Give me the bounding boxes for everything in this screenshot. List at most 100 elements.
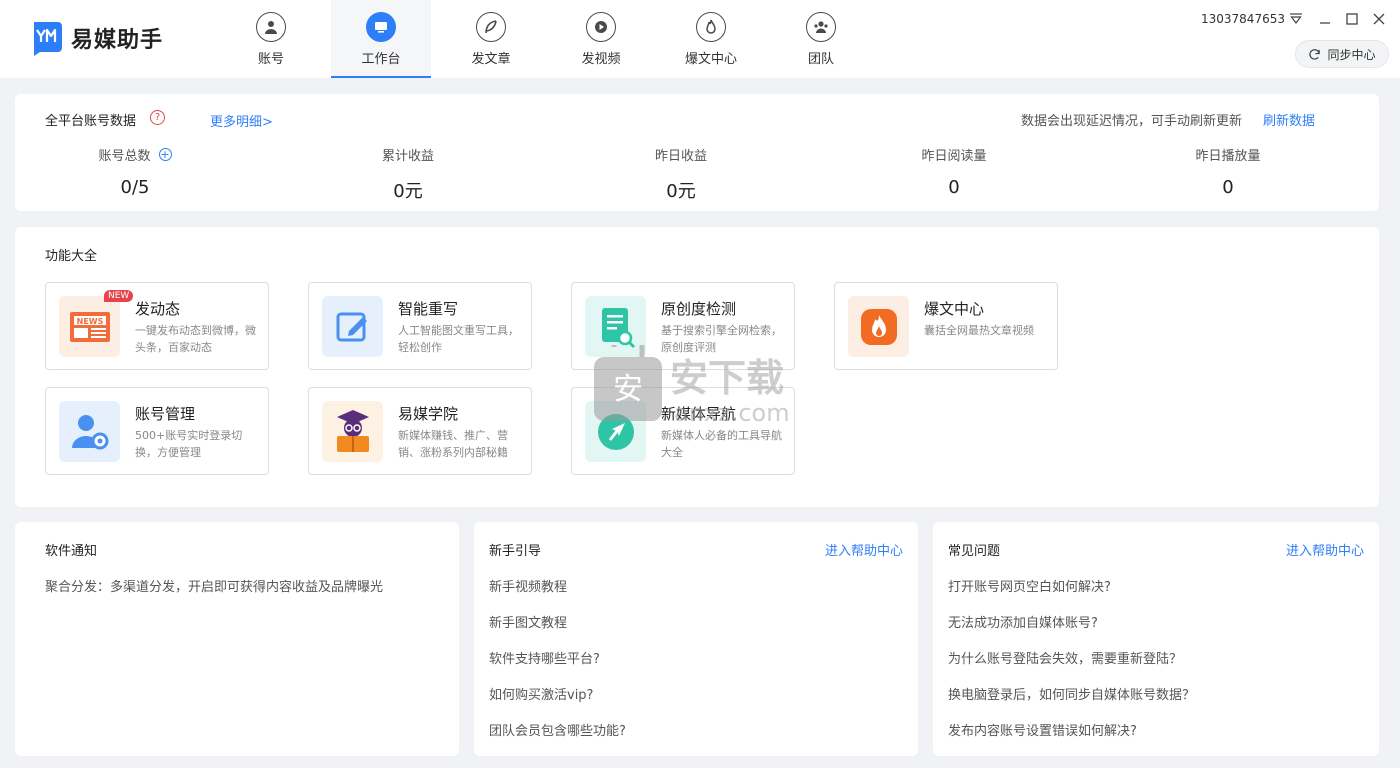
list-item[interactable]: 软件支持哪些平台? [489, 648, 626, 684]
feature-desc: 一键发布动态到微博，微头条，百家动态 [135, 324, 256, 354]
faq-panel: 常见问题 进入帮助中心 打开账号网页空白如何解决? 无法成功添加自媒体账号? 为… [933, 522, 1379, 756]
nav-tab-team[interactable]: 团队 [771, 0, 871, 78]
logo-mark-icon [30, 20, 62, 56]
app-title: 易媒助手 [71, 28, 164, 53]
news-icon: NEWS [59, 296, 120, 357]
sync-center-button[interactable]: 同步中心 [1295, 40, 1389, 68]
app-header: 易媒助手 账号 工作台 发文章 发视频 爆文中心 团队 13037847653 … [0, 0, 1400, 78]
document-search-icon [585, 296, 646, 357]
data-delay-note: 数据会出现延迟情况，可手动刷新更新 [1021, 114, 1243, 129]
faq-help-center-link[interactable]: 进入帮助中心 [1286, 540, 1364, 559]
refresh-data-link[interactable]: 刷新数据 [1263, 110, 1315, 129]
notice-text: 聚合分发：多渠道分发，开启即可获得内容收益及品牌曝光 [45, 580, 384, 595]
main-nav: 账号 工作台 发文章 发视频 爆文中心 团队 [221, 0, 881, 78]
feature-desc: 人工智能图文重写工具，轻松创作 [398, 324, 519, 354]
stat-total-earnings: 累计收益 0元 [308, 145, 508, 203]
navigation-icon [585, 401, 646, 462]
feature-name: 账号管理 [135, 405, 196, 423]
list-item[interactable]: 为什么账号登陆会失效，需要重新登陆？ [948, 648, 1195, 684]
features-panel: 功能大全 NEWS NEW 发动态 一键发布动态到微博，微头条，百家动态 智能重… [15, 227, 1379, 507]
stat-value: 0 [1222, 177, 1234, 198]
nav-tab-hot[interactable]: 爆文中心 [661, 0, 761, 78]
user-dropdown-icon[interactable] [1287, 10, 1305, 28]
refresh-icon [1309, 48, 1321, 60]
user-icon [256, 12, 286, 42]
fire-icon [696, 12, 726, 42]
app-logo: 易媒助手 [30, 20, 163, 56]
account-stats-panel: 全平台账号数据 ? 更多明细> 数据会出现延迟情况，可手动刷新更新 刷新数据 账… [15, 94, 1379, 211]
features-title: 功能大全 [45, 249, 98, 264]
stat-yesterday-reads: 昨日阅读量 0 [854, 145, 1054, 199]
stat-yesterday-plays: 昨日播放量 0 [1128, 145, 1328, 199]
new-badge: NEW [104, 290, 134, 302]
user-phone[interactable]: 13037847653 [1201, 12, 1285, 26]
feature-desc: 500+账号实时登录切换，方便管理 [135, 429, 243, 459]
feature-post-update[interactable]: NEWS NEW 发动态 一键发布动态到微博，微头条，百家动态 [45, 282, 269, 370]
stat-label: 昨日阅读量 [921, 148, 987, 164]
more-details-link[interactable]: 更多明细> [210, 111, 273, 130]
add-account-icon[interactable]: + [158, 147, 172, 161]
list-item[interactable]: 打开账号网页空白如何解决? [948, 576, 1195, 612]
feature-account-management[interactable]: 账号管理 500+账号实时登录切换，方便管理 [45, 387, 269, 475]
feature-media-navigation[interactable]: 新媒体导航 新媒体人必备的工具导航大全 [571, 387, 795, 475]
nav-tab-label: 团队 [807, 52, 834, 67]
list-item[interactable]: 新手视频教程 [489, 576, 626, 612]
feature-smart-rewrite[interactable]: 智能重写 人工智能图文重写工具，轻松创作 [308, 282, 532, 370]
stat-label: 账号总数 [98, 148, 151, 164]
stat-value: 0 [948, 177, 960, 198]
nav-tab-video[interactable]: 发视频 [551, 0, 651, 78]
minimize-icon[interactable] [1316, 10, 1334, 28]
team-icon [806, 12, 836, 42]
feature-desc: 基于搜索引擎全网检索，原创度评测 [661, 324, 782, 354]
notice-title: 软件通知 [45, 544, 98, 559]
account-settings-icon [59, 401, 120, 462]
stat-total-accounts: 账号总数 + 0/5 [35, 145, 235, 198]
feature-name: 易媒学院 [398, 405, 459, 423]
feather-icon [476, 12, 506, 42]
nav-tab-label: 账号 [257, 52, 284, 67]
monitor-icon [366, 12, 396, 42]
feature-academy[interactable]: 易媒学院 新媒体赚钱、推广、营销、涨粉系列内部秘籍 [308, 387, 532, 475]
software-notice-panel: 软件通知 聚合分发：多渠道分发，开启即可获得内容收益及品牌曝光 [15, 522, 459, 756]
stat-value: 0元 [666, 181, 696, 202]
sync-center-label: 同步中心 [1327, 47, 1376, 62]
stat-label: 累计收益 [381, 148, 434, 164]
list-item[interactable]: 如何购买激活vip? [489, 684, 626, 720]
feature-name: 新媒体导航 [661, 405, 737, 423]
list-item[interactable]: 无法成功添加自媒体账号? [948, 612, 1195, 648]
stat-yesterday-earnings: 昨日收益 0元 [581, 145, 781, 203]
feature-name: 发动态 [135, 300, 181, 318]
fire-icon [848, 296, 909, 357]
maximize-icon[interactable] [1343, 10, 1361, 28]
feature-name: 智能重写 [398, 300, 459, 318]
feature-desc: 囊括全网最热文章视频 [924, 324, 1034, 337]
nav-tab-workbench[interactable]: 工作台 [331, 0, 431, 78]
faq-title: 常见问题 [948, 544, 1001, 559]
edit-icon [322, 296, 383, 357]
faq-list: 打开账号网页空白如何解决? 无法成功添加自媒体账号? 为什么账号登陆会失效，需要… [948, 576, 1195, 756]
question-icon[interactable]: ? [150, 110, 165, 125]
stat-value: 0元 [393, 181, 423, 202]
stat-label: 昨日收益 [654, 148, 707, 164]
nav-tab-label: 工作台 [361, 52, 401, 67]
nav-tab-account[interactable]: 账号 [221, 0, 321, 78]
close-icon[interactable] [1370, 10, 1388, 28]
stats-title: 全平台账号数据 [45, 114, 137, 129]
feature-name: 爆文中心 [924, 300, 985, 318]
stat-value: 0/5 [120, 177, 150, 198]
feature-desc: 新媒体人必备的工具导航大全 [661, 429, 782, 459]
list-item[interactable]: 发布内容账号设置错误如何解决? [948, 720, 1195, 756]
feature-hot-articles[interactable]: 爆文中心 囊括全网最热文章视频 [834, 282, 1058, 370]
list-item[interactable]: 新手图文教程 [489, 612, 626, 648]
stat-label: 昨日播放量 [1195, 148, 1261, 164]
guide-title: 新手引导 [489, 544, 542, 559]
nav-tab-article[interactable]: 发文章 [441, 0, 541, 78]
guide-help-center-link[interactable]: 进入帮助中心 [825, 540, 903, 559]
list-item[interactable]: 团队会员包含哪些功能? [489, 720, 626, 756]
nav-tab-label: 发文章 [471, 52, 511, 67]
feature-desc: 新媒体赚钱、推广、营销、涨粉系列内部秘籍 [398, 429, 508, 459]
nav-tab-label: 发视频 [581, 52, 621, 67]
list-item[interactable]: 换电脑登录后，如何同步自媒体账号数据？ [948, 684, 1195, 720]
scholar-icon [322, 401, 383, 462]
feature-originality-check[interactable]: 原创度检测 基于搜索引擎全网检索，原创度评测 [571, 282, 795, 370]
